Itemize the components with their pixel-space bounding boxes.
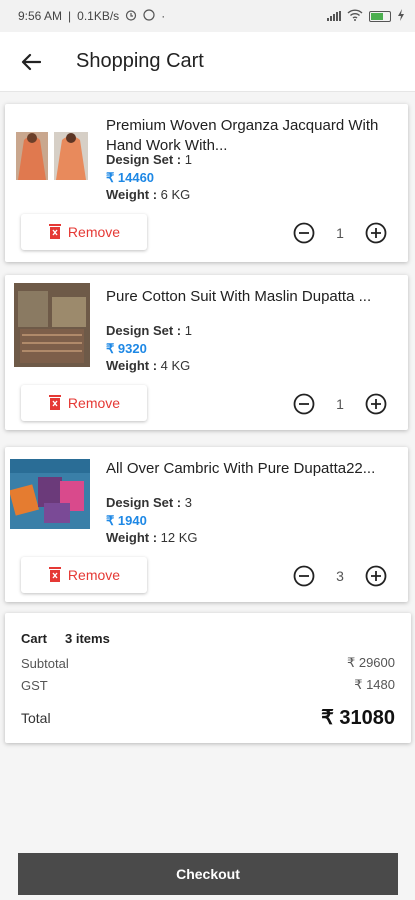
subtotal-row: Subtotal ₹ 29600 [21,655,395,671]
minus-icon[interactable] [292,221,316,245]
arrow-left-icon[interactable] [18,49,44,75]
remove-button[interactable]: Remove [21,557,147,593]
plus-icon[interactable] [364,221,388,245]
weight-label: Weight : [106,530,161,545]
cart-header: Cart 3 items [21,631,395,646]
product-title[interactable]: Premium Woven Organza Jacquard With Hand… [106,116,388,156]
design-set-label: Design Set : [106,323,185,338]
design-set: Design Set : 1 [106,323,192,338]
minus-icon[interactable] [292,392,316,416]
gst-label: GST [21,677,48,693]
status-bar: 9:56 AM | 0.1KB/s · [0,0,415,32]
product-price: ₹ 14460 [106,170,155,185]
remove-label: Remove [67,567,121,583]
remove-button[interactable]: Remove [21,214,147,250]
quantity-stepper: 3 [292,564,388,588]
weight: Weight : 6 KG [106,187,190,202]
subtotal-label: Subtotal [21,655,69,671]
remove-label: Remove [67,224,121,240]
cart-label: Cart [21,631,48,646]
status-left: 9:56 AM | 0.1KB/s · [18,8,166,24]
page-title: Shopping Cart [76,50,204,72]
weight-label: Weight : [106,187,161,202]
cart-item-card: Premium Woven Organza Jacquard With Hand… [5,104,408,262]
design-set-value: 3 [184,495,192,510]
gst-value: ₹ 1480 [354,677,395,692]
product-image [14,118,90,200]
plus-icon[interactable] [364,392,388,416]
dot-icon: · [161,9,166,23]
subtotal-value: ₹ 29600 [346,655,395,670]
total-label: Total [21,709,51,726]
cart-count: Cart 3 items [21,631,110,646]
trash-icon [48,394,62,413]
design-set-label: Design Set : [106,495,185,510]
separator: | [68,9,72,23]
plus-icon[interactable] [364,564,388,588]
trash-icon [48,566,62,585]
product-price: ₹ 1940 [106,513,147,528]
remove-button[interactable]: Remove [21,385,147,421]
design-set-value: 1 [184,152,192,167]
weight-value: 4 KG [160,358,191,373]
weight: Weight : 4 KG [106,358,190,373]
product-title[interactable]: All Over Cambric With Pure Dupatta22... [106,459,388,479]
weight-value: 6 KG [160,187,191,202]
signal-icon [327,11,341,21]
total-row: Total ₹ 31080 [21,705,395,730]
trash-icon [48,223,62,242]
total-value: ₹ 31080 [321,707,395,729]
product-image [14,283,90,367]
design-set-value: 1 [184,323,192,338]
battery-icon [369,10,391,22]
whatsapp-icon [143,8,155,24]
quantity-stepper: 1 [292,221,388,245]
gst-row: GST ₹ 1480 [21,677,395,693]
quantity-value: 1 [336,225,344,241]
items-count: 3 items [65,631,110,646]
weight-value: 12 KG [160,530,198,545]
product-title[interactable]: Pure Cotton Suit With Maslin Dupatta ... [106,287,388,307]
alarm-icon [125,9,137,24]
status-time: 9:56 AM [18,9,63,23]
remove-label: Remove [67,395,121,411]
cart-item-card: All Over Cambric With Pure Dupatta22... … [5,447,408,602]
quantity-value: 3 [336,568,344,584]
charging-icon [397,8,405,24]
quantity-stepper: 1 [292,392,388,416]
product-price: ₹ 9320 [106,341,147,356]
weight: Weight : 12 KG [106,530,198,545]
design-set: Design Set : 1 [106,152,192,167]
cart-item-card: Pure Cotton Suit With Maslin Dupatta ...… [5,275,408,430]
app-bar: Shopping Cart [0,32,415,92]
quantity-value: 1 [336,396,344,412]
wifi-icon [347,8,363,24]
design-set: Design Set : 3 [106,495,192,510]
cart-summary: Cart 3 items Subtotal ₹ 29600 GST ₹ 1480 … [5,613,411,743]
weight-label: Weight : [106,358,161,373]
checkout-button[interactable]: Checkout [18,853,398,895]
product-image [10,459,90,529]
status-right [327,8,405,24]
status-speed: 0.1KB/s [77,9,120,23]
minus-icon[interactable] [292,564,316,588]
design-set-label: Design Set : [106,152,185,167]
